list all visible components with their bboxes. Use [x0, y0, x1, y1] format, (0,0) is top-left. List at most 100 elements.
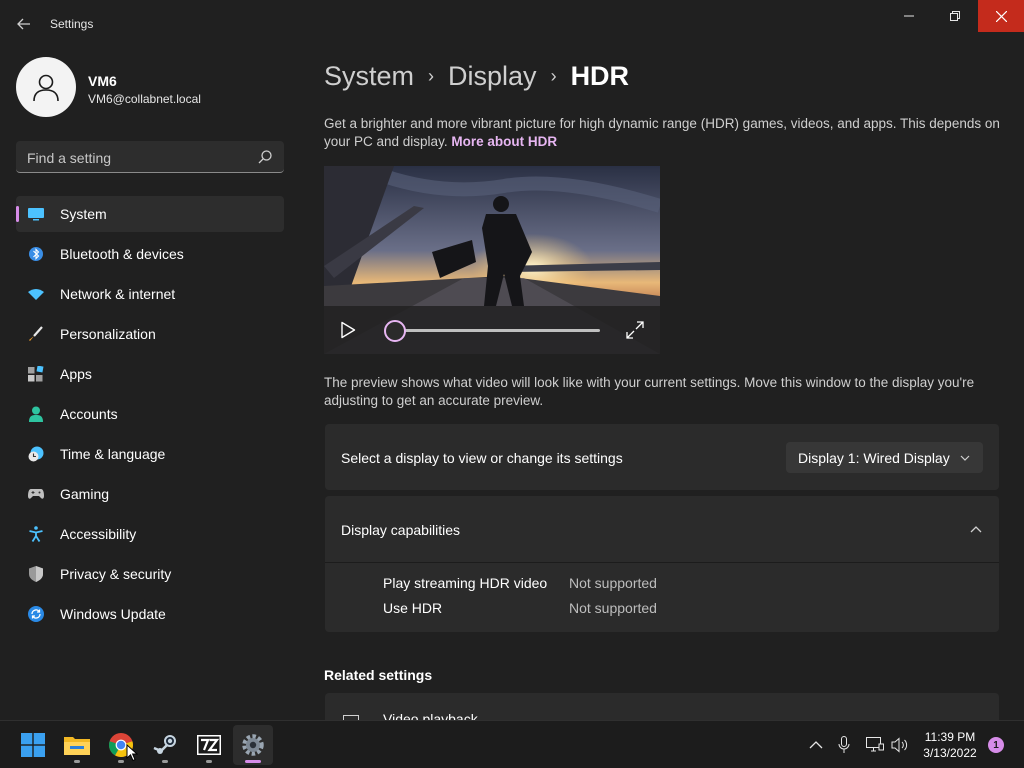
sidebar-nav: System Bluetooth & devices Network & int… [16, 196, 284, 636]
avatar[interactable] [16, 57, 76, 117]
taskbar-settings[interactable] [233, 725, 273, 765]
show-hidden-icons-button[interactable] [806, 735, 826, 755]
accessibility-icon [28, 526, 44, 542]
sidebar-item-label: Accessibility [60, 526, 137, 542]
sidebar-item-time-language[interactable]: Time & language [16, 436, 284, 472]
hdr-video-preview [324, 166, 660, 354]
sidebar-item-label: Gaming [60, 486, 110, 502]
display-select-card: Select a display to view or change its s… [325, 424, 999, 490]
related-settings-card[interactable]: Video playback [325, 693, 999, 721]
volume-button[interactable] [890, 735, 910, 755]
7zip-icon [197, 735, 221, 755]
user-name: VM6 [88, 73, 117, 89]
close-button[interactable] [978, 0, 1024, 32]
sidebar-item-accounts[interactable]: Accounts [16, 396, 284, 432]
back-button[interactable] [12, 12, 36, 36]
app-title: Settings [50, 17, 94, 31]
taskbar-file-explorer[interactable] [57, 725, 97, 765]
sidebar-item-privacy[interactable]: Privacy & security [16, 556, 284, 592]
sidebar-item-bluetooth[interactable]: Bluetooth & devices [16, 236, 284, 272]
breadcrumb: System › Display › HDR [324, 58, 629, 94]
network-icon [866, 737, 884, 752]
sidebar-item-windows-update[interactable]: Windows Update [16, 596, 284, 632]
sidebar-item-network[interactable]: Network & internet [16, 276, 284, 312]
clock-time: 11:39 PM [924, 730, 976, 744]
person-icon [33, 74, 59, 102]
brush-icon [28, 326, 44, 342]
breadcrumb-display[interactable]: Display [448, 61, 537, 92]
sidebar-item-label: Apps [60, 366, 92, 382]
sidebar-item-system[interactable]: System [16, 196, 284, 232]
microphone-icon [838, 736, 850, 753]
back-arrow-icon [17, 18, 30, 30]
taskbar-steam[interactable] [145, 725, 185, 765]
taskbar-clock[interactable]: 11:39 PM 3/13/2022 [912, 729, 988, 761]
user-email: VM6@collabnet.local [88, 92, 201, 106]
display-capabilities-title: Display capabilities [341, 522, 461, 538]
restore-icon [950, 11, 960, 21]
notification-badge[interactable]: 1 [988, 737, 1004, 753]
hdr-description: Get a brighter and more vibrant picture … [324, 115, 1004, 151]
minimize-button[interactable] [886, 0, 932, 32]
steam-icon [153, 735, 176, 754]
sidebar-item-gaming[interactable]: Gaming [16, 476, 284, 512]
capability-name: Play streaming HDR video [383, 575, 548, 591]
video-controls [324, 306, 660, 354]
running-indicator [74, 760, 80, 763]
microphone-button[interactable] [834, 735, 854, 755]
breadcrumb-separator: › [550, 65, 557, 86]
network-button[interactable] [865, 735, 885, 755]
breadcrumb-system[interactable]: System [324, 61, 414, 92]
sidebar-item-label: Time & language [60, 446, 166, 462]
sidebar-item-personalization[interactable]: Personalization [16, 316, 284, 352]
search-input[interactable]: Find a setting [16, 141, 284, 173]
sidebar-item-apps[interactable]: Apps [16, 356, 284, 392]
capability-value: Not supported [569, 575, 657, 591]
sidebar-item-label: Accounts [60, 406, 118, 422]
restore-button[interactable] [932, 0, 978, 32]
display-select-label: Select a display to view or change its s… [341, 450, 623, 466]
display-dropdown[interactable]: Display 1: Wired Display [786, 442, 983, 473]
taskbar: 11:39 PM 3/13/2022 1 [0, 720, 1024, 768]
close-icon [995, 10, 1007, 22]
update-icon [28, 606, 44, 622]
bluetooth-icon [28, 246, 44, 262]
running-indicator [162, 760, 168, 763]
running-indicator [206, 760, 212, 763]
active-indicator [245, 760, 261, 763]
chevron-down-icon [960, 455, 970, 461]
video-scrubber-thumb[interactable] [384, 320, 406, 342]
page-title: HDR [570, 60, 630, 91]
clock-globe-icon [28, 446, 44, 462]
settings-gear-icon [242, 734, 264, 756]
preview-note: The preview shows what video will look l… [324, 375, 975, 408]
taskbar-start-button[interactable] [13, 725, 53, 765]
hdr-description-text: Get a brighter and more vibrant picture … [324, 116, 1000, 149]
taskbar-7zip[interactable] [189, 725, 229, 765]
sidebar-item-label: Bluetooth & devices [60, 246, 184, 262]
gamepad-icon [28, 486, 44, 502]
mouse-cursor-icon [126, 744, 138, 762]
display-dropdown-value: Display 1: Wired Display [798, 450, 950, 466]
sidebar-item-label: Personalization [60, 326, 156, 342]
sidebar-item-label: System [60, 206, 107, 222]
title-bar: Settings [0, 0, 1024, 48]
running-indicator [118, 760, 124, 763]
shield-icon [28, 566, 44, 582]
video-scrubber-track[interactable] [396, 329, 600, 332]
sidebar-item-label: Network & internet [60, 286, 176, 302]
related-settings-heading: Related settings [324, 667, 433, 683]
more-about-hdr-link[interactable]: More about HDR [451, 134, 557, 149]
wifi-icon [28, 286, 44, 302]
windows-start-icon [21, 733, 45, 757]
display-capabilities-header[interactable]: Display capabilities [325, 496, 999, 563]
fullscreen-icon[interactable] [626, 321, 644, 339]
volume-icon [891, 737, 908, 753]
breadcrumb-separator: › [428, 65, 435, 86]
sidebar-item-label: Windows Update [60, 606, 166, 622]
play-icon[interactable] [340, 321, 356, 339]
chevron-up-icon [970, 526, 982, 533]
search-icon [258, 150, 272, 164]
sidebar-item-accessibility[interactable]: Accessibility [16, 516, 284, 552]
display-capabilities-card: Display capabilities Play streaming HDR … [325, 496, 999, 632]
